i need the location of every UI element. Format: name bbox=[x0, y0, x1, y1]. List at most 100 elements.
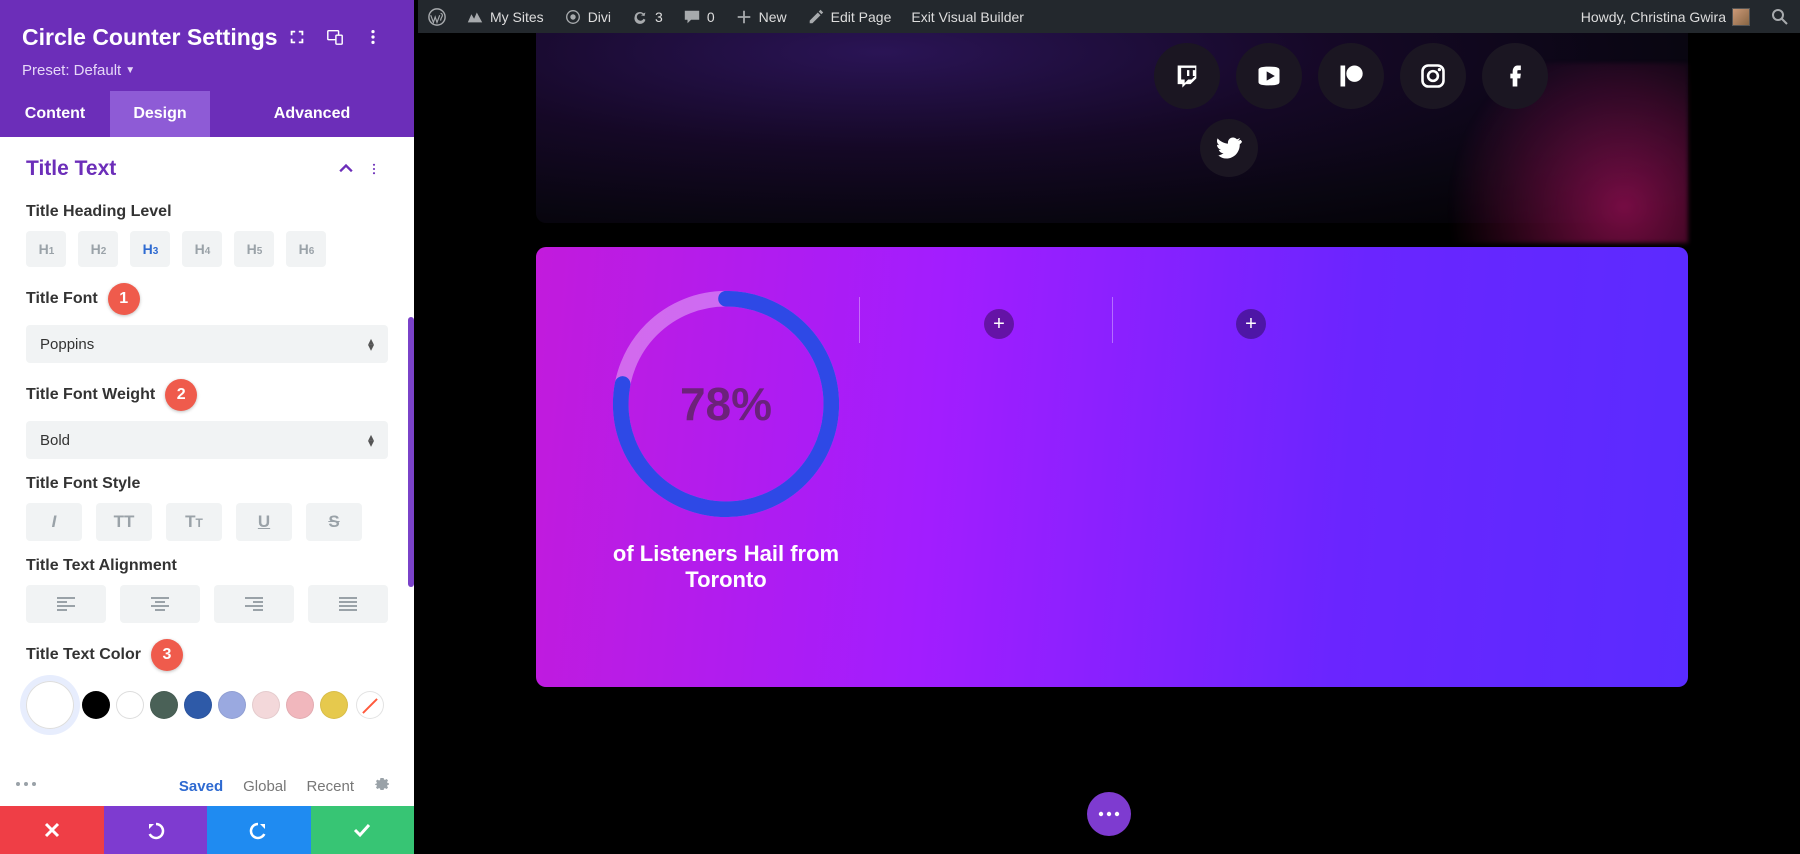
panel-body: Title Text Title Heading Level H1H2H3H4H… bbox=[0, 137, 414, 766]
kebab-icon bbox=[367, 162, 381, 176]
heading-h5[interactable]: H5 bbox=[234, 231, 274, 267]
swatch-4[interactable] bbox=[218, 691, 246, 719]
align-right[interactable] bbox=[214, 585, 294, 623]
redo-icon bbox=[249, 820, 269, 840]
swatch-2[interactable] bbox=[150, 691, 178, 719]
social-youtube[interactable] bbox=[1236, 43, 1302, 109]
style-smallcaps[interactable]: TT bbox=[166, 503, 222, 541]
expand-icon bbox=[288, 28, 306, 46]
greeting-text: Howdy, Christina Gwira bbox=[1581, 9, 1726, 25]
collapse-button[interactable] bbox=[332, 155, 360, 183]
swatch-current[interactable] bbox=[26, 681, 74, 729]
palette-saved[interactable]: Saved bbox=[179, 778, 223, 795]
tab-advanced[interactable]: Advanced bbox=[210, 91, 414, 137]
undo-button[interactable] bbox=[104, 806, 208, 854]
circle-counter[interactable]: 78% of Listeners Hail from Toronto bbox=[596, 287, 856, 594]
social-twitter[interactable] bbox=[1200, 119, 1258, 177]
youtube-icon bbox=[1255, 62, 1283, 90]
subfooter-more[interactable] bbox=[14, 775, 38, 797]
cancel-button[interactable] bbox=[0, 806, 104, 854]
counter-caption: of Listeners Hail from Toronto bbox=[596, 541, 856, 594]
panel-header: Circle Counter Settings Preset: Default … bbox=[0, 0, 414, 91]
heading-level-group: H1 H2 H3 H4 H5 H6 bbox=[26, 231, 388, 267]
heading-h2[interactable]: H2 bbox=[78, 231, 118, 267]
swatch-1[interactable] bbox=[116, 691, 144, 719]
swatch-6[interactable] bbox=[286, 691, 314, 719]
updates[interactable]: 3 bbox=[621, 0, 673, 33]
comment-icon bbox=[683, 8, 701, 26]
swatch-5[interactable] bbox=[252, 691, 280, 719]
palette-settings[interactable] bbox=[374, 776, 390, 796]
preset-label: Preset: Default bbox=[22, 62, 121, 79]
align-justify[interactable] bbox=[308, 585, 388, 623]
tab-content[interactable]: Content bbox=[0, 91, 110, 137]
heading-h3[interactable]: H3 bbox=[130, 231, 170, 267]
social-facebook[interactable] bbox=[1482, 43, 1548, 109]
swatch-3[interactable] bbox=[184, 691, 212, 719]
heading-h4[interactable]: H4 bbox=[182, 231, 222, 267]
site-home[interactable]: Divi bbox=[554, 0, 621, 33]
chevron-down-icon: ▼ bbox=[125, 65, 135, 76]
more-button[interactable] bbox=[354, 18, 392, 56]
wp-logo[interactable] bbox=[418, 0, 456, 33]
builder-fab[interactable] bbox=[1087, 792, 1131, 836]
redo-button[interactable] bbox=[207, 806, 311, 854]
palette-global[interactable]: Global bbox=[243, 778, 286, 795]
font-value: Poppins bbox=[40, 336, 94, 353]
font-select[interactable]: Poppins ▴▾ bbox=[26, 325, 388, 363]
label-font: Title Font 1 bbox=[26, 283, 388, 315]
devices-icon bbox=[326, 28, 344, 46]
weight-select[interactable]: Bold ▴▾ bbox=[26, 421, 388, 459]
social-instagram[interactable] bbox=[1400, 43, 1466, 109]
social-patreon[interactable] bbox=[1318, 43, 1384, 109]
swatch-0[interactable] bbox=[82, 691, 110, 719]
callout-2: 2 bbox=[165, 379, 197, 411]
kebab-icon bbox=[364, 28, 382, 46]
new-content[interactable]: New bbox=[725, 0, 797, 33]
add-module-button[interactable]: + bbox=[984, 309, 1014, 339]
style-uppercase[interactable]: TT bbox=[96, 503, 152, 541]
label-text-color-text: Title Text Color bbox=[26, 646, 141, 664]
color-swatches bbox=[26, 681, 388, 729]
section-title-text[interactable]: Title Text bbox=[26, 155, 388, 183]
swatch-none[interactable] bbox=[356, 691, 384, 719]
style-strike[interactable]: S bbox=[306, 503, 362, 541]
comments[interactable]: 0 bbox=[673, 0, 725, 33]
pencil-icon bbox=[807, 8, 825, 26]
add-module-button[interactable]: + bbox=[1236, 309, 1266, 339]
preset-selector[interactable]: Preset: Default ▼ bbox=[22, 62, 392, 79]
exit-vb[interactable]: Exit Visual Builder bbox=[901, 0, 1034, 33]
save-button[interactable] bbox=[311, 806, 415, 854]
wordpress-icon bbox=[428, 8, 446, 26]
section-more-button[interactable] bbox=[360, 155, 388, 183]
counter-ring: 78% bbox=[609, 287, 843, 521]
hero-section bbox=[536, 33, 1688, 223]
instagram-icon bbox=[1419, 62, 1447, 90]
panel-footer bbox=[0, 806, 414, 854]
admin-search[interactable] bbox=[1760, 0, 1800, 33]
expand-button[interactable] bbox=[278, 18, 316, 56]
edit-page[interactable]: Edit Page bbox=[797, 0, 902, 33]
alignment-group bbox=[26, 585, 388, 623]
style-italic[interactable]: I bbox=[26, 503, 82, 541]
callout-3: 3 bbox=[151, 639, 183, 671]
palette-recent[interactable]: Recent bbox=[306, 778, 354, 795]
responsive-button[interactable] bbox=[316, 18, 354, 56]
my-sites[interactable]: My Sites bbox=[456, 0, 554, 33]
font-style-group: I TT TT U S bbox=[26, 503, 388, 541]
scrollbar-thumb[interactable] bbox=[408, 317, 414, 587]
align-center[interactable] bbox=[120, 585, 200, 623]
twitch-icon bbox=[1173, 62, 1201, 90]
user-greeting[interactable]: Howdy, Christina Gwira bbox=[1571, 0, 1760, 33]
heading-h6[interactable]: H6 bbox=[286, 231, 326, 267]
callout-1: 1 bbox=[108, 283, 140, 315]
align-left[interactable] bbox=[26, 585, 106, 623]
style-underline[interactable]: U bbox=[236, 503, 292, 541]
social-twitch[interactable] bbox=[1154, 43, 1220, 109]
tab-design[interactable]: Design bbox=[110, 91, 210, 137]
settings-panel: Circle Counter Settings Preset: Default … bbox=[0, 0, 414, 854]
dots-icon bbox=[1097, 810, 1121, 818]
swatch-7[interactable] bbox=[320, 691, 348, 719]
heading-h1[interactable]: H1 bbox=[26, 231, 66, 267]
edit-page-label: Edit Page bbox=[831, 9, 892, 25]
